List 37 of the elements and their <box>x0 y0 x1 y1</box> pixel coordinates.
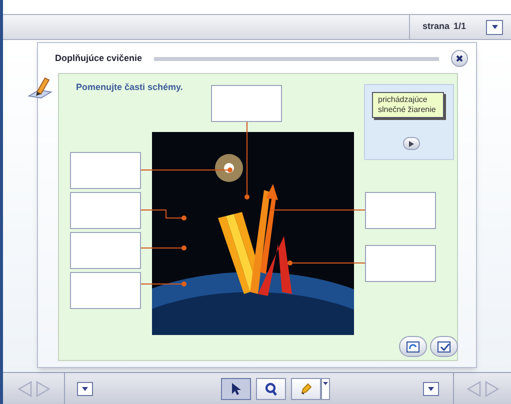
caret-icon <box>428 386 434 390</box>
caret-icon <box>492 25 498 29</box>
dropdown-button[interactable] <box>423 382 439 396</box>
magnifier-icon <box>264 382 278 396</box>
page-number: 1/1 <box>453 20 466 34</box>
refresh-icon <box>406 340 420 352</box>
caret-icon <box>323 382 328 384</box>
dialog-title: Doplňujúce cvičenie <box>55 52 142 65</box>
pointer-icon <box>229 382 243 396</box>
check-button[interactable] <box>430 336 458 357</box>
answer-field[interactable] <box>211 85 282 122</box>
answer-field[interactable] <box>70 272 141 309</box>
close-icon <box>456 55 463 62</box>
instruction-text: Pomenujte časti schémy. <box>76 81 183 94</box>
tool-button[interactable] <box>256 378 286 400</box>
next-icon[interactable] <box>36 380 50 396</box>
answer-field[interactable] <box>70 192 141 229</box>
answer-field[interactable] <box>70 232 141 269</box>
pencil-icon <box>27 76 53 100</box>
page-label: strana <box>422 20 450 34</box>
previous-icon[interactable] <box>18 380 32 396</box>
marker-icon <box>299 382 313 396</box>
answer-field[interactable] <box>365 245 436 282</box>
close-button[interactable] <box>451 50 468 67</box>
previous-icon[interactable] <box>466 380 480 396</box>
caret-icon <box>82 386 88 390</box>
dropdown-button[interactable] <box>486 20 503 34</box>
dropdown-button[interactable] <box>321 378 330 400</box>
reset-button[interactable] <box>399 336 427 357</box>
tool-button[interactable] <box>221 378 251 400</box>
next-icon[interactable] <box>484 380 498 396</box>
answer-field[interactable] <box>365 192 436 229</box>
play-icon <box>409 140 414 146</box>
answer-field[interactable] <box>70 152 141 189</box>
hint-card: prichádzajúce slnečné žiarenie <box>372 92 444 118</box>
dropdown-button[interactable] <box>77 382 93 396</box>
checklist-icon <box>437 340 451 352</box>
